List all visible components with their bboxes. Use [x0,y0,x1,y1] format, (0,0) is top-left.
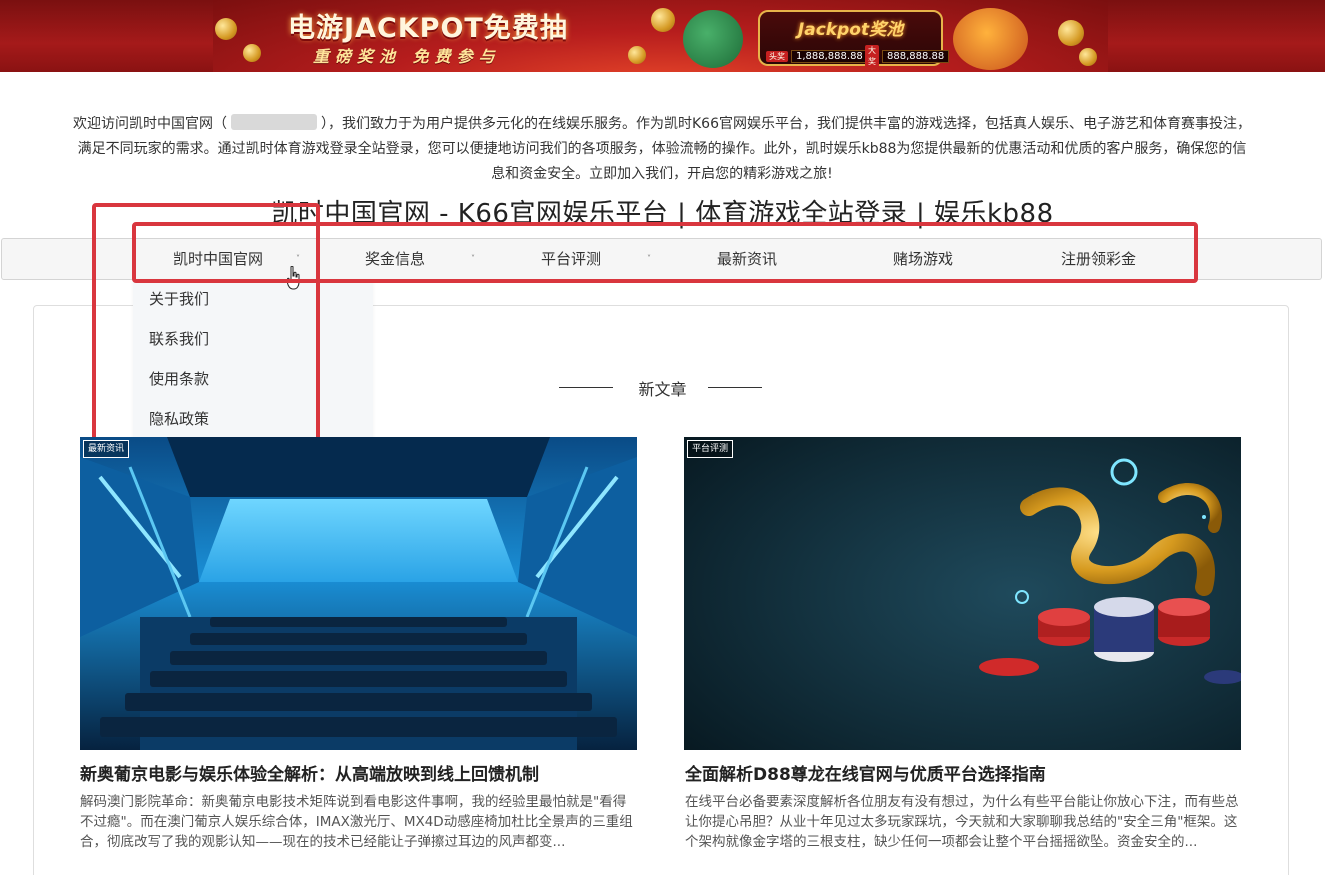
pool-value: 888,888.88 [882,49,950,63]
pool-tag: 大奖 [865,45,879,67]
jackpot-banner[interactable]: 电游JACKPOT免费抽 重磅奖池 免费参与 Jackpot奖池 头奖 1,88… [213,0,1108,72]
coin-icon [1058,20,1084,46]
coin-icon [651,8,675,32]
cinema-illustration [80,437,637,750]
section-heading: 新文章 [638,380,687,399]
pool-title: Jackpot奖池 [797,20,904,40]
highlight-box-nav [132,222,1198,283]
pool-tag: 头奖 [766,50,788,62]
intro-text-start: 欢迎访问凯时中国官网（ [73,116,227,132]
jackpot-pool: Jackpot奖池 头奖 1,888,888.88 大奖 888,888.88 [758,10,950,67]
pool-row-major: 大奖 888,888.88 [865,45,950,67]
dragon-chips-illustration [684,437,1241,750]
intro-paragraph: 欢迎访问凯时中国官网（ ），我们致力于为用户提供多元化的在线娱乐服务。作为凯时K6… [72,112,1252,187]
coin-icon [215,18,237,40]
article-tag[interactable]: 平台评测 [687,440,734,458]
article-thumbnail-cinema[interactable]: 最新资讯 [80,437,637,750]
article-title[interactable]: 新奥葡京电影与娱乐体验全解析：从高端放映到线上回馈机制 [80,760,539,785]
article-title[interactable]: 全面解析D88尊龙在线官网与优质平台选择指南 [685,760,1046,785]
article-excerpt: 解码澳门影院革命：新奥葡京电影技术矩阵说到看电影这件事啊，我的经验里最怕就是"看… [80,794,633,850]
article-excerpt: 在线平台必备要素深度解析各位朋友有没有想过，为什么有些平台能让你放心下注，而有些… [685,794,1239,850]
coin-icon [628,46,646,64]
redacted-url[interactable] [231,114,317,130]
banner-subtitle: 重磅奖池 免费参与 [313,47,501,66]
tiger-illustration [953,8,1028,70]
article-thumbnail-dragon[interactable]: 平台评测 [684,437,1241,750]
dragon-illustration [683,10,743,68]
pool-row-top: 头奖 1,888,888.88 [766,49,868,63]
coin-icon [1079,48,1097,66]
coin-icon [243,44,261,62]
article-tag[interactable]: 最新资讯 [83,440,130,458]
pool-value: 1,888,888.88 [791,49,868,63]
banner-title: 电游JACKPOT免费抽 [288,13,568,44]
divider-line-right [708,387,762,388]
